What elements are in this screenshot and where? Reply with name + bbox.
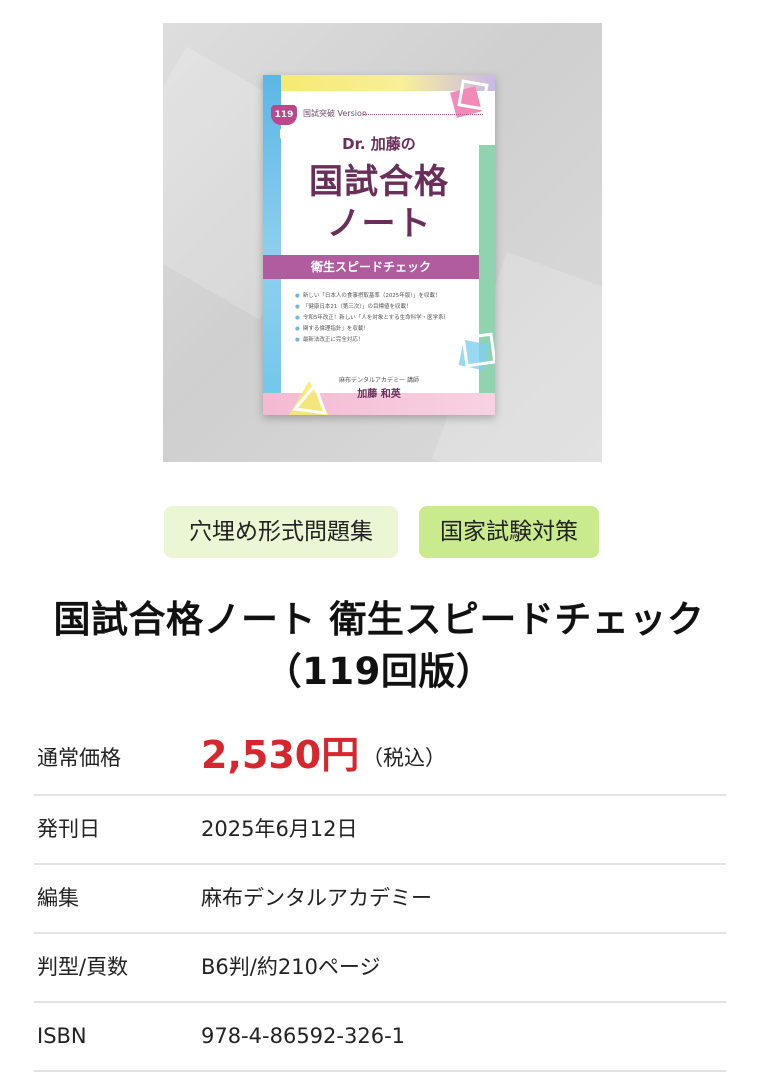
spec-row-isbn: ISBN 978-4-86592-326-1 [34, 1003, 726, 1072]
product-title: 国試合格ノート 衛生スピードチェック（119回版） [53, 598, 705, 693]
spec-label: 判型/頁数 [37, 955, 129, 979]
price-tax-note: （税込） [362, 746, 446, 770]
spec-row-release-date: 発刊日 2025年6月12日 [34, 796, 726, 865]
cover-main-title: 国試合格 ノート [263, 161, 495, 245]
corner-squares-icon [450, 79, 489, 118]
cover-bullet: 関する倫理指針」を収載！ [295, 324, 445, 335]
price-value: 2,530円 [201, 733, 360, 777]
cover-bullet-list: 新しい「日本人の食事摂取基準（2025年版）」を収載！ 「健康日本21（第三次）… [295, 291, 445, 346]
cover-bullet: 最新法改正に完全対応！ [295, 335, 445, 346]
spec-label: 編集 [37, 886, 79, 910]
cover-bullet: 「健康日本21（第三次）」の目標値を収載！ [295, 302, 445, 313]
cover-author-title: Dr. 加藤の [342, 135, 416, 153]
price-row: 通常価格 2,530円 （税込） [34, 722, 726, 796]
cover-author-name: 加藤 和英 [357, 389, 401, 400]
spec-row-editor: 編集 麻布デンタルアカデミー [34, 865, 726, 934]
spec-label: 発刊日 [37, 817, 100, 841]
cover-bullet: 新しい「日本人の食事摂取基準（2025年版）」を収載！ [295, 291, 445, 302]
cover-stripe-left [263, 75, 281, 415]
product-spec-table: 通常価格 2,530円 （税込） 発刊日 2025年6月12日 編集 麻布デンタ… [34, 722, 726, 1072]
spec-value: 2025年6月12日 [201, 817, 358, 841]
outline-square-icon [458, 332, 495, 371]
edition-badge: 119回 [271, 105, 297, 140]
cover-title-line: 国試合格 [309, 162, 449, 202]
spec-label: ISBN [37, 1024, 87, 1048]
product-image[interactable]: 119回 国試突破 Version Dr. 加藤の 国試合格 ノート 衛生スピー… [163, 23, 602, 462]
spec-value: 麻布デンタルアカデミー [201, 886, 432, 910]
cover-dotted-line [363, 114, 483, 115]
book-cover: 119回 国試突破 Version Dr. 加藤の 国試合格 ノート 衛生スピー… [263, 75, 495, 415]
spec-row-format-pages: 判型/頁数 B6判/約210ページ [34, 934, 726, 1003]
tag-national-exam[interactable]: 国家試験対策 [419, 506, 599, 558]
price-label: 通常価格 [37, 746, 121, 770]
cover-subtitle-band: 衛生スピードチェック [263, 255, 479, 279]
cover-bullet: 令和5年改正！新しい「人を対象とする生命科学・医学系研究に [295, 313, 445, 324]
spec-value: 978-4-86592-326-1 [201, 1024, 406, 1048]
tag-list: 穴埋め形式問題集 国家試験対策 [0, 506, 758, 558]
spec-value: B6判/約210ページ [201, 955, 381, 979]
cover-title-line: ノート [326, 204, 432, 244]
cover-version-label: 国試突破 Version [303, 109, 367, 118]
cover-publisher: 麻布デンタルアカデミー 講師 [339, 377, 419, 384]
tag-fill-in-problem-set[interactable]: 穴埋め形式問題集 [164, 506, 398, 558]
